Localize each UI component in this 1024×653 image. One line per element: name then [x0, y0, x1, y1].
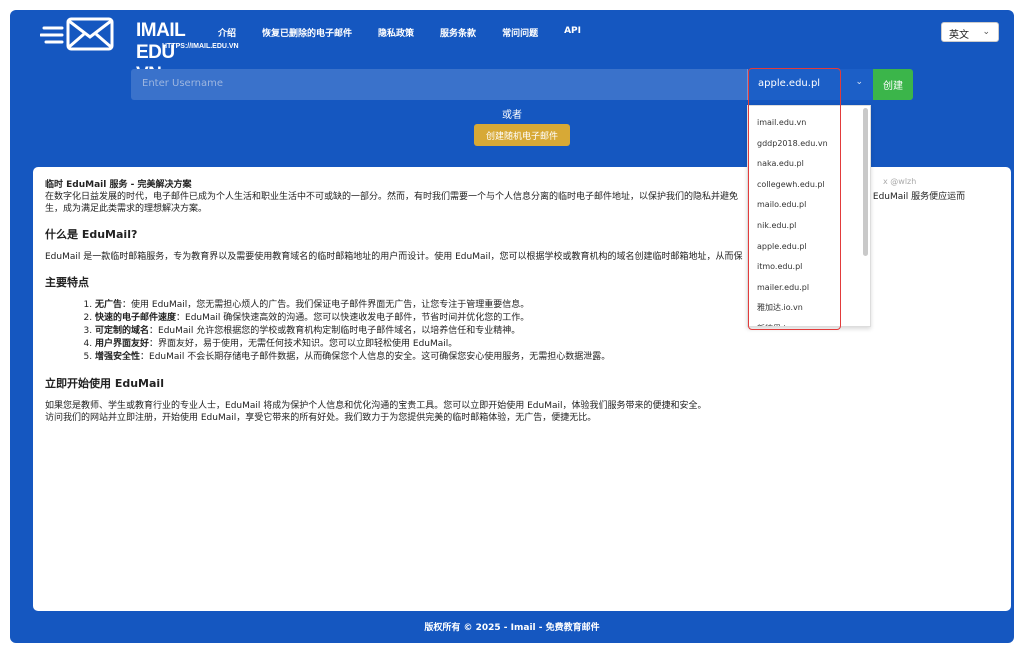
nav-item-faq[interactable]: 常问问题: [502, 26, 538, 39]
site-logo[interactable]: IMAIL EDU VN HTTPS://IMAIL.EDU.VN: [40, 16, 239, 85]
mail-logo-icon: [40, 17, 114, 51]
feature-title: 用户界面友好: [95, 339, 150, 349]
chevron-down-icon: ⌄: [855, 77, 863, 87]
list-item: 增强安全性：EduMail 不会长期存储电子邮件数据，从而确保您个人信息的安全。…: [95, 351, 999, 364]
list-item: 用户界面友好：界面友好，易于使用，无需任何技术知识。您可以立即轻松使用 EduM…: [95, 338, 999, 351]
domain-option[interactable]: collegewh.edu.pl: [748, 175, 870, 196]
logo-subtext: HTTPS://IMAIL.EDU.VN: [162, 43, 239, 50]
create-random-email-button[interactable]: 创建随机电子邮件: [474, 124, 570, 146]
nav-item-recover[interactable]: 恢复已删除的电子邮件: [262, 26, 352, 39]
dropdown-scrollbar[interactable]: [863, 108, 868, 256]
domain-dropdown: imail.edu.vn gddp2018.edu.vn naka.edu.pl…: [747, 105, 871, 327]
domain-option[interactable]: apple.edu.pl: [748, 237, 870, 258]
domain-option[interactable]: mailo.edu.pl: [748, 195, 870, 216]
feature-text: ：EduMail 确保快速高效的沟通。您可以快速收发电子邮件，节省时间并优化您的…: [176, 313, 530, 323]
create-button[interactable]: 创建: [873, 69, 913, 100]
domain-option[interactable]: nik.edu.pl: [748, 216, 870, 237]
chevron-down-icon: ⌄: [982, 27, 990, 37]
feature-title: 快速的电子邮件速度: [95, 313, 177, 323]
feature-text: ：界面友好，易于使用，无需任何技术知识。您可以立即轻松使用 EduMail。: [149, 339, 458, 349]
domain-select[interactable]: apple.edu.pl ⌄: [747, 69, 873, 100]
domain-option[interactable]: 雅加达.io.vn: [748, 298, 870, 319]
intro-text-1: 在数字化日益发展的时代，电子邮件已成为个人生活和职业生活中不可或缺的一部分。然而…: [45, 192, 739, 202]
domain-option[interactable]: 新德里.io.vn: [748, 319, 870, 326]
username-input[interactable]: Enter Username: [131, 69, 747, 100]
feature-text: ：EduMail 允许您根据您的学校或教育机构定制临时电子邮件域名，以培养信任和…: [149, 326, 521, 336]
domain-option[interactable]: itmo.edu.pl: [748, 257, 870, 278]
nav-item-api[interactable]: API: [564, 26, 581, 39]
domain-option[interactable]: imail.edu.vn: [748, 113, 870, 134]
watermark: x @wlzh: [883, 177, 917, 186]
feature-title: 增强安全性: [95, 352, 141, 362]
domain-option[interactable]: gddp2018.edu.vn: [748, 134, 870, 155]
language-select[interactable]: 英文 ⌄: [941, 22, 999, 42]
domain-option[interactable]: mailer.edu.pl: [748, 278, 870, 299]
page-frame: IMAIL EDU VN HTTPS://IMAIL.EDU.VN 介绍 恢复已…: [10, 10, 1014, 643]
nav-item-privacy[interactable]: 隐私政策: [378, 26, 414, 39]
start-paragraph-2: 访问我们的网站并立即注册，开始使用 EduMail，享受它带来的所有好处。我们致…: [45, 413, 597, 423]
footer-copyright: 版权所有 © 2025 - Imail - 免费教育邮件: [424, 623, 600, 633]
start-heading: 立即开始使用 EduMail: [45, 377, 164, 390]
feature-text: ：使用 EduMail，您无需担心烦人的广告。我们保证电子邮件界面无广告，让您专…: [122, 300, 530, 310]
feature-text: ：EduMail 不会长期存储电子邮件数据，从而确保您个人信息的安全。这可确保您…: [140, 352, 611, 362]
start-paragraph-1: 如果您是教师、学生或教育行业的专业人士，EduMail 将成为保护个人信息和优化…: [45, 401, 707, 411]
domain-value: apple.edu.pl: [758, 78, 821, 89]
nav-item-terms[interactable]: 服务条款: [440, 26, 476, 39]
domain-option[interactable]: naka.edu.pl: [748, 154, 870, 175]
language-value: 英文: [949, 30, 969, 41]
feature-title: 可定制的域名: [95, 326, 150, 336]
main-nav: 介绍 恢复已删除的电子邮件 隐私政策 服务条款 常问问题 API: [218, 26, 607, 39]
nav-item-intro[interactable]: 介绍: [218, 26, 236, 39]
feature-title: 无广告: [95, 300, 123, 310]
